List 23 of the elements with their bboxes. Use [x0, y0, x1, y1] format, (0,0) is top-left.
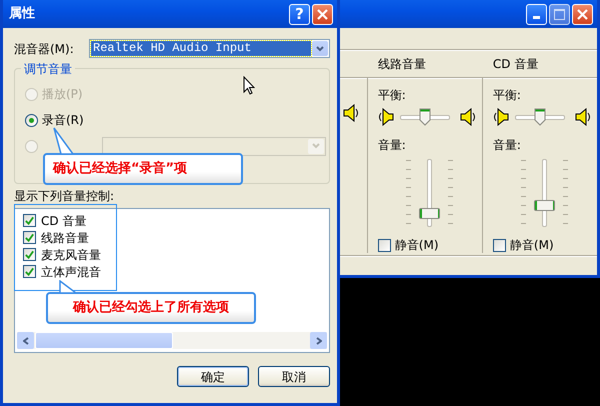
balance-label: 平衡: — [378, 87, 406, 104]
checkbox-label: 线路音量 — [41, 230, 89, 246]
column-header: CD 音量 — [492, 56, 538, 70]
callout: 确认已经选择“录音”项 — [43, 153, 243, 184]
balance-label: 平衡: — [492, 87, 521, 104]
cancel-button[interactable]: 取消 — [258, 366, 330, 387]
checkbox-label: CD 音量 — [41, 212, 86, 230]
field-label: 显示下列音量控制: — [14, 188, 114, 205]
column-header: 线路音量 — [378, 56, 426, 70]
checkbox-label: 静音(M) — [510, 237, 554, 254]
checkbox-label: 麦克风音量 — [41, 246, 101, 264]
checkbox-label: 立体声混音 — [41, 264, 101, 280]
callout: 确认已经勾选上了所有选项 — [46, 292, 256, 324]
radio-label: 播放(P) — [42, 86, 83, 103]
checkbox-label: 静音(M) — [394, 237, 439, 254]
radio-label: 录音(R) — [42, 112, 84, 129]
field-label: 混音器(M): — [14, 40, 75, 58]
ok-button[interactable]: 确定 — [177, 366, 249, 387]
volume-label: 音量: — [492, 137, 521, 154]
help-button[interactable]: ? — [289, 4, 310, 24]
volume-label: 音量: — [378, 137, 406, 154]
mixer-dropdown[interactable]: Realtek HD Audio Input — [89, 39, 330, 58]
window-title: 属性 — [9, 5, 35, 24]
